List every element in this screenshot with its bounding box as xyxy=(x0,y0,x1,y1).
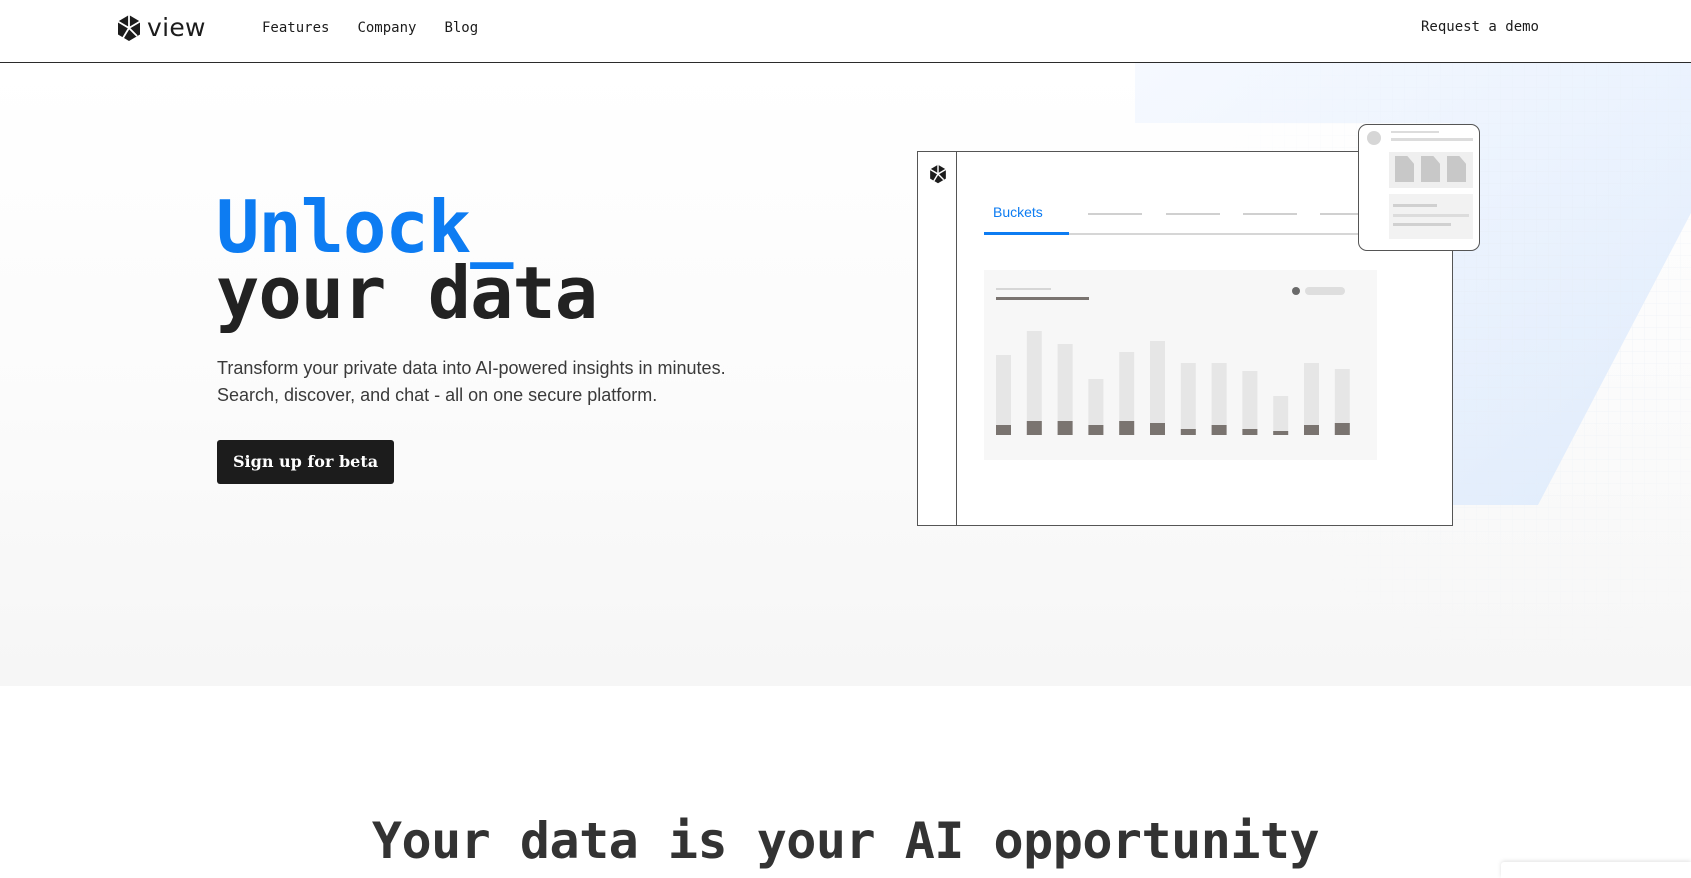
chart-bar-segment xyxy=(1242,429,1258,435)
file-icon xyxy=(1421,156,1440,182)
chart-bar xyxy=(1026,331,1042,435)
corner-widget[interactable] xyxy=(1501,862,1691,878)
chart-bar-segment xyxy=(1026,421,1042,435)
nav-company-link[interactable]: Company xyxy=(357,20,416,36)
request-demo-link[interactable]: Request a demo xyxy=(1421,19,1539,35)
chart-bar-segment xyxy=(1334,423,1350,435)
card-line xyxy=(1393,214,1469,217)
chart-bar-segment xyxy=(1088,425,1104,435)
chart-bar-segment xyxy=(1057,421,1073,435)
chart-legend-dot xyxy=(1292,287,1300,295)
card-avatar-icon xyxy=(1367,131,1381,145)
chart-legend-placeholder xyxy=(1305,287,1345,295)
section-title: Your data is your AI opportunity xyxy=(371,812,1320,870)
nav-blog-link[interactable]: Blog xyxy=(444,20,478,36)
chart-bar-segment xyxy=(1211,425,1227,435)
logo-wordmark: view xyxy=(147,13,206,42)
card-line xyxy=(1391,138,1473,141)
chart-bar xyxy=(1180,363,1196,435)
chart-bar-segment xyxy=(1180,429,1196,435)
card-line xyxy=(1391,131,1439,133)
hero-title-main: your data xyxy=(216,251,598,335)
mock-floating-card xyxy=(1358,124,1480,251)
chart-bar xyxy=(1242,371,1258,435)
main-nav: Features Company Blog xyxy=(262,20,478,36)
chart-title-placeholder xyxy=(996,288,1051,290)
chart-title-underline xyxy=(996,297,1089,300)
view-logo-icon xyxy=(117,14,141,41)
hero-subtitle-line1: Transform your private data into AI-powe… xyxy=(217,358,726,378)
mock-tab-placeholder xyxy=(1088,213,1142,215)
nav-features-link[interactable]: Features xyxy=(262,20,329,36)
file-icon xyxy=(1395,156,1414,182)
card-line xyxy=(1393,223,1451,226)
chart-bar-segment xyxy=(1119,421,1135,435)
hero-subtitle: Transform your private data into AI-powe… xyxy=(217,355,777,409)
card-block xyxy=(1389,194,1473,239)
chart-bar xyxy=(1304,363,1319,435)
mock-tab-underline xyxy=(984,232,1069,235)
chart-bar-segment xyxy=(1273,431,1289,435)
mock-tab-placeholder xyxy=(1243,213,1297,215)
chart-bar xyxy=(996,355,1011,435)
chart-bar xyxy=(1273,396,1289,435)
mock-tab-placeholder xyxy=(1166,213,1220,215)
file-icon xyxy=(1447,156,1466,182)
mock-tab-buckets: Buckets xyxy=(993,204,1043,220)
mock-sidebar xyxy=(918,152,957,525)
logo[interactable]: view xyxy=(115,13,206,42)
mock-tab-placeholder xyxy=(1320,213,1360,215)
chart-bar-segment xyxy=(1150,423,1165,435)
card-line xyxy=(1393,204,1437,207)
card-files xyxy=(1389,152,1473,188)
chart-bar-segment xyxy=(1304,425,1319,435)
chart-bar xyxy=(1211,363,1227,435)
mock-logo-icon xyxy=(929,164,947,184)
hero-subtitle-line2: Search, discover, and chat - all on one … xyxy=(217,385,658,405)
mock-bar-chart xyxy=(996,287,1350,435)
mock-chart-panel xyxy=(984,270,1377,460)
sign-up-beta-button[interactable]: Sign up for beta xyxy=(217,440,395,484)
site-header: view Features Company Blog Request a dem… xyxy=(0,0,1691,63)
chart-bar-segment xyxy=(996,425,1011,435)
chart-bar xyxy=(1150,341,1165,435)
hero-title: Unlock_ your data xyxy=(216,191,598,335)
